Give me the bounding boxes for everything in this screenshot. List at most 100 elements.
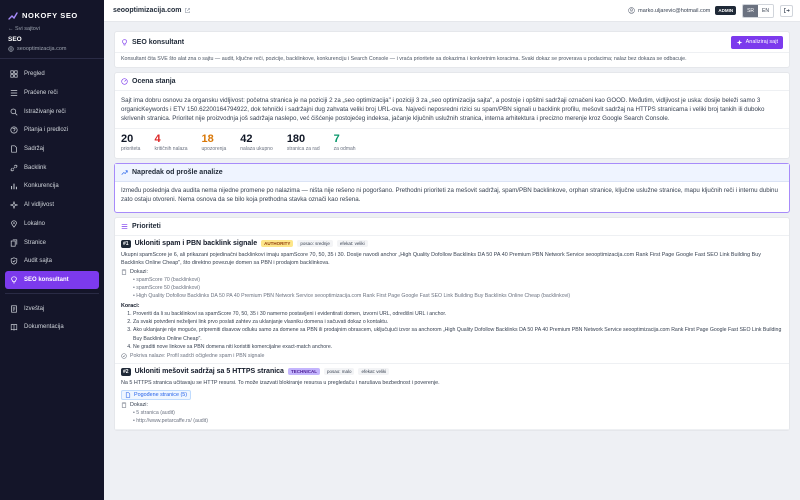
stat-immediate: 7 za odmah [334, 133, 356, 152]
step-item: Za svaki potvrđeni neželjeni link prvo p… [133, 318, 783, 326]
site-domain-text: seooptimizacija.com [17, 46, 67, 52]
pages-icon [10, 238, 18, 247]
priority-number: #1 [121, 239, 131, 248]
assessment-card: Ocena stanja Sajt ima dobru osnovu za or… [114, 72, 790, 159]
sidebar-item-stranice[interactable]: Stranice [5, 233, 99, 252]
evidence-item: http://www.petarcaffe.rs/ (audit) [133, 417, 783, 425]
sidebar-item-label: Lokalno [24, 220, 46, 227]
consultant-title: SEO konsultant [132, 38, 185, 46]
stat-value: 4 [154, 132, 161, 145]
sidebar-item-ai-vidljivost[interactable]: AI vidljivost [5, 196, 99, 215]
stat-value: 42 [240, 132, 253, 145]
brand[interactable]: NOKOFY SEO [0, 0, 104, 22]
sidebar-item-konkurencija[interactable]: Konkurencija [5, 177, 99, 196]
logout-icon [784, 8, 790, 13]
sidebar-item-lokalno[interactable]: Lokalno [5, 215, 99, 234]
stat-value: 18 [201, 132, 214, 145]
sidebar-item-pitanja[interactable]: Pitanja i predlozi [5, 121, 99, 140]
lightbulb-icon [122, 38, 127, 45]
priority-item: #2 Ukloniti mešovit sadržaj sa 5 HTTPS s… [115, 364, 789, 430]
steps-heading: Koraci: [121, 303, 140, 310]
impact-badge: efekat: veliki [358, 368, 390, 376]
sidebar-item-seo-konsultant[interactable]: SEO konsultant [5, 270, 99, 290]
shield-check-icon [10, 257, 18, 265]
stat-warnings: 18 upozorenja [202, 133, 227, 152]
sidebar-item-audit-sajta[interactable]: Audit sajta [5, 252, 99, 271]
clipboard-icon [121, 402, 127, 408]
sidebar-item-sadrzaj[interactable]: Sadržaj [5, 140, 99, 159]
priority-title: Ukloniti spam i PBN backlink signale [134, 240, 258, 248]
priorities-title: Prioriteti [132, 222, 161, 230]
stat-label: prioriteta [121, 145, 141, 152]
report-icon [11, 305, 17, 313]
lang-en-button[interactable]: EN [758, 4, 773, 17]
sidebar-item-izvestaj[interactable]: Izveštaj [5, 299, 99, 318]
nav-divider [5, 293, 99, 295]
stat-pages-to-work: 180 stranica za rad [287, 133, 320, 152]
brand-name: NOKOFY SEO [22, 11, 78, 20]
sidebar: NOKOFY SEO ← Svi sajtovi SEO seooptimiza… [0, 0, 104, 500]
sidebar-item-label: Pitanja i predlozi [24, 127, 69, 134]
sidebar-item-label: Backlink [24, 164, 47, 171]
sidebar-item-pregled[interactable]: Pregled [5, 65, 99, 84]
site-domain[interactable]: seooptimizacija.com [8, 46, 96, 52]
category-badge: AUTHORITY [261, 240, 294, 248]
step-item: Proveriti da li su backlinkovi sa spamSc… [133, 310, 783, 318]
lang-sr-button[interactable]: SR [743, 4, 759, 17]
sidebar-item-label: AI vidljivost [24, 202, 55, 209]
evidence-label: Dokazi: [130, 269, 148, 276]
document-icon [125, 392, 131, 398]
priority-title: Ukloniti mešovit sadržaj sa 5 HTTPS stra… [134, 368, 284, 376]
analyze-site-button[interactable]: Analiziraj sajt [730, 35, 783, 49]
stat-value: 20 [121, 132, 134, 145]
external-link-icon[interactable] [184, 7, 191, 14]
user-email: marko.uljarevic@hotmail.com [638, 7, 711, 14]
site-name: SEO [8, 36, 22, 43]
progress-header: Napredak od prošle analize [115, 163, 789, 182]
stat-label: nalaza ukupno [240, 145, 273, 152]
stat-label: stranica za rad [286, 145, 320, 152]
back-to-sites-link[interactable]: ← Svi sajtovi [0, 22, 104, 32]
evidence-item: High Quality Dofollow Backlinks DA 50 PA… [133, 292, 783, 300]
map-pin-icon [11, 220, 17, 228]
sidebar-item-label: Istraživanje reči [24, 108, 66, 115]
category-badge: TECHNICAL [287, 368, 320, 376]
grid-icon [10, 70, 18, 78]
stat-findings-total: 42 nalaza ukupno [240, 133, 273, 152]
evidence-item: 5 stranica (audit) [133, 409, 783, 417]
consultant-card-header: SEO konsultant Analiziraj sajt [115, 32, 789, 53]
gauge-icon [121, 78, 128, 85]
priorities-header: Prioriteti [115, 218, 789, 236]
link-icon [10, 164, 18, 172]
progress-text: Između poslednja dva audita nema nijedne… [121, 186, 778, 203]
language-switcher: SR EN [742, 3, 774, 18]
logout-button[interactable] [780, 4, 793, 17]
sidebar-item-backlink[interactable]: Backlink [5, 158, 99, 177]
book-icon [10, 324, 18, 331]
list-icon [10, 90, 18, 96]
analyze-site-label: Analiziraj sajt [745, 39, 778, 45]
evidence-label: Dokazi: [130, 401, 148, 408]
stat-value: 180 [286, 132, 306, 145]
evidence-list: spamScore 70 (backlinkovi) spamScore 50 … [121, 276, 783, 300]
assessment-stats: 20 prioriteta 4 kritičnih nalaza 18 upoz… [115, 127, 789, 158]
evidence-heading: Dokazi: [121, 402, 783, 408]
evidence-list: 5 stranica (audit) http://www.petarcaffe… [121, 409, 783, 425]
affected-pages-link[interactable]: Pogođene stranice (5) [121, 389, 192, 400]
question-icon [10, 126, 18, 134]
sidebar-item-istrazivanje-reci[interactable]: Istraživanje reči [5, 102, 99, 121]
sidebar-item-dokumentacija[interactable]: Dokumentacija [5, 318, 99, 337]
sidebar-item-label: Konkurencija [24, 183, 59, 190]
check-circle-icon [121, 352, 127, 359]
logo-icon [8, 11, 18, 20]
covered-findings: Pokriva nalaze: Profil sadrži očigledne … [121, 353, 783, 359]
sidebar-item-label: Pregled [24, 71, 45, 78]
steps-list: Proveriti da li su backlinkovi sa spamSc… [121, 310, 783, 350]
list-icon [121, 224, 128, 229]
sidebar-item-pracene-reci[interactable]: Praćene reči [5, 84, 99, 103]
role-badge: ADMIN [715, 6, 737, 15]
priority-header: #1 Ukloniti spam i PBN backlink signale … [121, 239, 783, 248]
evidence-heading: Dokazi: [121, 269, 783, 275]
sidebar-item-label: Audit sajta [24, 258, 53, 265]
topbar: seooptimizacija.com marko.uljarevic@hotm… [104, 0, 800, 22]
